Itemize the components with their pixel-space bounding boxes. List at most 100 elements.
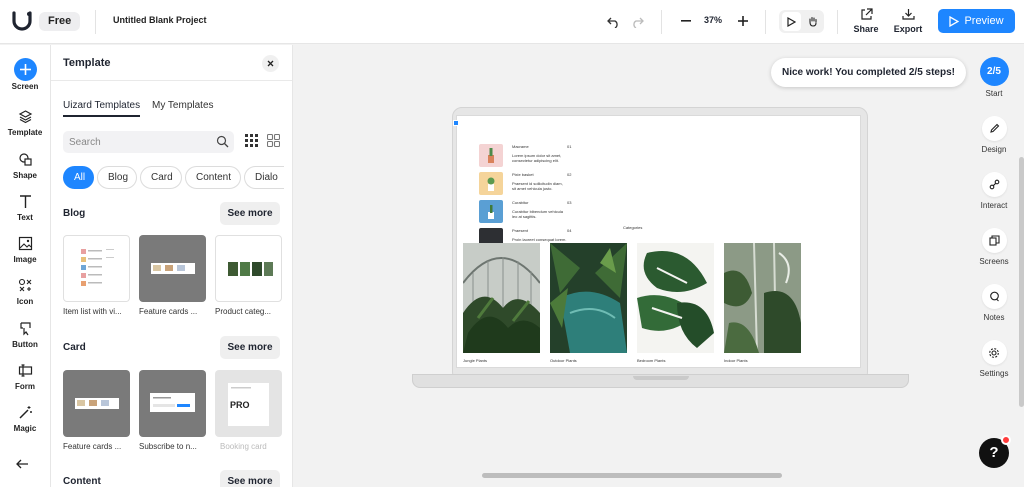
icon-set-icon xyxy=(18,278,31,292)
template-thumb-product-categories[interactable] xyxy=(215,235,282,302)
template-preview-image xyxy=(75,398,119,409)
template-caption: Feature cards ... xyxy=(139,307,198,316)
rail-screen[interactable]: Screen xyxy=(0,58,50,91)
top-bar: Free Untitled Blank Project 37% Share Ex… xyxy=(0,0,1024,44)
list-item-title: Pixie basket xyxy=(512,172,534,177)
chip-dialog[interactable]: Dialo xyxy=(244,166,284,189)
rail-label: Template xyxy=(7,128,43,137)
rail-label: Form xyxy=(15,382,35,391)
export-label: Export xyxy=(893,24,923,34)
zoom-in-icon[interactable] xyxy=(736,14,750,28)
photo-caption: Jungle Plants xyxy=(463,358,488,363)
plan-badge[interactable]: Free xyxy=(39,12,81,31)
shape-icon xyxy=(18,153,32,166)
design-canvas[interactable]: Macrame 01 Lorem ipsum dolor sit amet, c… xyxy=(294,45,969,487)
template-panel: Template Uizard Templates My Templates A… xyxy=(51,45,293,487)
preview-label: Preview xyxy=(964,15,1004,27)
vertical-scrollbar[interactable] xyxy=(1019,157,1024,407)
search-field xyxy=(63,131,234,153)
rail-shape[interactable]: Shape xyxy=(0,152,50,180)
rail-label: Start xyxy=(985,89,1003,98)
text-icon xyxy=(19,195,31,208)
undo-icon[interactable] xyxy=(605,14,621,30)
hand-tool-icon[interactable] xyxy=(803,12,822,31)
right-toolbar: 2/5 Start Design Interact Screens Notes … xyxy=(969,45,1024,487)
category-photo-outdoor[interactable] xyxy=(550,243,627,353)
laptop-notch xyxy=(633,376,689,380)
pointer-tool-icon[interactable] xyxy=(782,12,801,31)
zoom-level[interactable]: 37% xyxy=(704,15,722,25)
uizard-logo[interactable] xyxy=(10,9,34,33)
tab-my-templates[interactable]: My Templates xyxy=(152,100,214,115)
list-item-number: 04 xyxy=(567,228,572,233)
rail-settings[interactable]: Settings xyxy=(969,340,1019,378)
rail-notes[interactable]: Notes xyxy=(969,284,1019,322)
see-more-blog-button[interactable]: See more xyxy=(220,202,280,225)
button-icon xyxy=(19,322,31,336)
list-item-number: 02 xyxy=(567,172,572,177)
divider xyxy=(661,10,662,34)
tab-uizard-templates[interactable]: Uizard Templates xyxy=(63,100,141,117)
template-caption: Product categ... xyxy=(215,307,272,316)
chip-blog[interactable]: Blog xyxy=(97,166,137,189)
template-thumb-item-list[interactable] xyxy=(63,235,130,302)
rail-label: Screen xyxy=(11,82,39,91)
rail-interact[interactable]: Interact xyxy=(969,172,1019,210)
see-more-card-button[interactable]: See more xyxy=(220,336,280,359)
rail-button[interactable]: Button xyxy=(0,321,50,349)
search-input[interactable] xyxy=(63,131,203,153)
category-photo-indoor[interactable] xyxy=(724,243,801,353)
template-thumb-feature-cards-2[interactable] xyxy=(63,370,130,437)
list-item-title: Macrame xyxy=(512,144,529,149)
see-more-content-button[interactable]: See more xyxy=(220,470,280,487)
grid-small-icon[interactable] xyxy=(245,134,258,147)
notification-dot xyxy=(1001,435,1011,445)
progress-indicator: 2/5 xyxy=(979,57,1009,86)
chip-all[interactable]: All xyxy=(63,166,94,189)
collapse-arrow-icon[interactable] xyxy=(16,459,29,472)
rail-label: Text xyxy=(17,213,33,222)
rail-image[interactable]: Image xyxy=(0,236,50,264)
photo-caption: Indoor Plants xyxy=(724,358,748,363)
grid-large-icon[interactable] xyxy=(267,134,280,147)
photo-caption: Outdoor Plants xyxy=(550,358,577,363)
pro-badge: PRO xyxy=(230,400,250,410)
share-button[interactable]: Share xyxy=(848,8,884,34)
rail-label: Notes xyxy=(983,313,1005,322)
horizontal-scrollbar[interactable] xyxy=(482,473,782,478)
layers-icon xyxy=(18,110,32,124)
list-item-desc: Proin laoreet consequat lorem. xyxy=(512,237,567,242)
close-icon[interactable] xyxy=(262,55,279,72)
category-photo-bedroom[interactable] xyxy=(637,243,714,353)
export-button[interactable]: Export xyxy=(890,8,926,34)
zoom-out-icon[interactable] xyxy=(679,14,693,28)
template-thumb-booking-card[interactable]: PRO xyxy=(215,370,282,437)
template-preview-image xyxy=(150,393,195,412)
pencil-icon xyxy=(981,116,1007,141)
divider xyxy=(95,10,96,34)
redo-icon[interactable] xyxy=(629,14,645,30)
project-title[interactable]: Untitled Blank Project xyxy=(113,15,207,25)
template-thumb-feature-cards[interactable] xyxy=(139,235,206,302)
image-icon xyxy=(18,236,32,251)
template-thumb-subscribe[interactable] xyxy=(139,370,206,437)
chip-content[interactable]: Content xyxy=(185,166,241,189)
rail-magic[interactable]: Magic xyxy=(0,405,50,433)
search-icon[interactable] xyxy=(216,135,229,148)
section-title-blog: Blog xyxy=(63,208,86,219)
template-preview-image xyxy=(81,249,114,286)
template-caption: Subscribe to n... xyxy=(139,442,197,451)
start-progress-button[interactable]: 2/5 Start xyxy=(969,57,1019,98)
rail-template[interactable]: Template xyxy=(0,109,50,137)
rail-design[interactable]: Design xyxy=(969,116,1019,154)
rail-form[interactable]: Form xyxy=(0,363,50,391)
selection-handle[interactable] xyxy=(453,120,459,126)
rail-screens[interactable]: Screens xyxy=(969,228,1019,266)
chip-card[interactable]: Card xyxy=(140,166,182,189)
category-photo-jungle[interactable] xyxy=(463,243,540,353)
rail-label: Settings xyxy=(979,369,1009,378)
rail-label: Screens xyxy=(979,257,1009,266)
rail-icon[interactable]: Icon xyxy=(0,278,50,306)
rail-text[interactable]: Text xyxy=(0,194,50,222)
preview-button[interactable]: Preview xyxy=(938,9,1015,33)
